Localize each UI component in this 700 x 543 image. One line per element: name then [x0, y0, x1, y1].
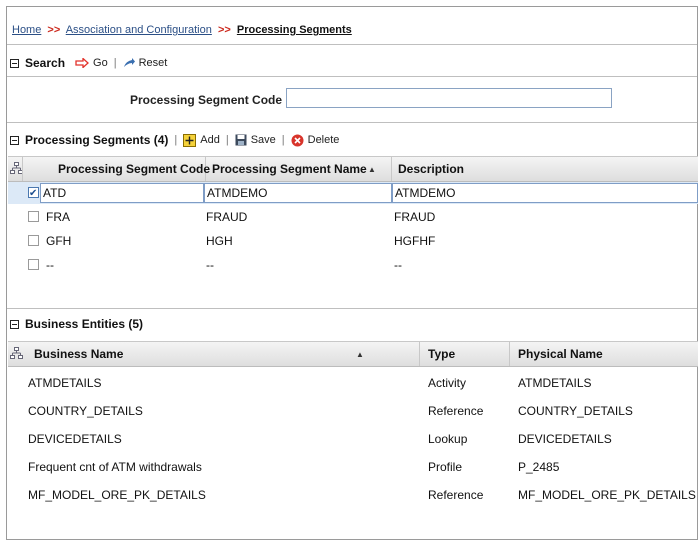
toolbar-separator: |: [113, 57, 117, 69]
search-section-header: Search Go | Reset: [10, 53, 167, 73]
segment-name-cell: FRAUD: [206, 210, 248, 224]
segment-code-cell: --: [46, 258, 54, 272]
table-row[interactable]: FRA FRAUD FRAUD: [8, 206, 698, 228]
breadcrumb-separator: >>: [217, 24, 231, 36]
add-label: Add: [200, 134, 220, 146]
physical-name-cell: P_2485: [518, 460, 560, 474]
business-name-cell: ATMDETAILS: [28, 376, 102, 390]
sort-ascending-icon: ▲: [368, 165, 376, 174]
column-header-type[interactable]: Type: [420, 342, 510, 366]
row-checkbox[interactable]: [28, 183, 39, 205]
segment-name-cell: HGH: [206, 234, 233, 248]
business-entities-title: Business Entities (5): [25, 317, 144, 331]
save-label: Save: [250, 134, 276, 146]
arrow-right-icon: [75, 58, 90, 68]
toolbar-separator: |: [281, 134, 285, 146]
collapse-segments-icon[interactable]: [10, 135, 19, 145]
add-icon: [183, 133, 197, 147]
save-icon: [235, 134, 247, 146]
segment-description-cell: HGFHF: [394, 234, 436, 248]
column-header-business-name[interactable]: Business Name ▲: [28, 342, 420, 366]
divider: [7, 76, 697, 77]
sort-ascending-icon: ▲: [356, 350, 364, 359]
reset-label: Reset: [138, 57, 168, 69]
toolbar-separator: |: [225, 134, 229, 146]
physical-name-cell: DEVICEDETAILS: [518, 432, 612, 446]
delete-button[interactable]: Delete: [291, 134, 340, 147]
divider: [7, 44, 697, 45]
table-row[interactable]: ATMDETAILS Activity ATMDETAILS: [8, 372, 698, 394]
toolbar-separator: |: [174, 134, 178, 146]
processing-segment-code-input[interactable]: [286, 88, 612, 108]
go-label: Go: [93, 57, 108, 69]
breadcrumb-home-link[interactable]: Home: [12, 24, 41, 36]
type-cell: Activity: [428, 376, 467, 390]
tree-icon[interactable]: [10, 347, 23, 360]
breadcrumb-association-link[interactable]: Association and Configuration: [66, 24, 212, 36]
processing-segment-code-label: Processing Segment Code: [130, 93, 283, 107]
business-entities-header: Business Name ▲ Type Physical Name: [8, 341, 698, 367]
business-name-cell: COUNTRY_DETAILS: [28, 404, 143, 418]
physical-name-cell: MF_MODEL_ORE_PK_DETAILS: [518, 488, 696, 502]
column-header-description[interactable]: Description: [392, 157, 692, 181]
processing-segment-name-header-label: Processing Segment Name: [212, 162, 367, 176]
column-header-processing-segment-code[interactable]: Processing Segment Code: [52, 157, 210, 181]
segment-code-cell: GFH: [46, 234, 72, 248]
physical-name-cell: COUNTRY_DETAILS: [518, 404, 633, 418]
segment-name-cell[interactable]: ATMDEMO: [204, 183, 392, 203]
collapse-entities-icon[interactable]: [10, 319, 19, 329]
business-name-header-label: Business Name: [34, 347, 124, 361]
column-header-physical-name[interactable]: Physical Name: [510, 342, 698, 366]
business-name-cell: MF_MODEL_ORE_PK_DETAILS: [28, 488, 206, 502]
reset-button[interactable]: Reset: [123, 57, 168, 69]
row-checkbox[interactable]: [28, 235, 39, 246]
segment-description-cell: FRAUD: [394, 210, 436, 224]
save-button[interactable]: Save: [235, 134, 276, 146]
type-cell: Reference: [428, 404, 484, 418]
table-row[interactable]: -- -- --: [8, 254, 698, 276]
type-cell: Reference: [428, 488, 484, 502]
breadcrumb: Home >> Association and Configuration >>…: [12, 24, 352, 36]
segment-description-cell: --: [394, 258, 402, 272]
column-header-processing-segment-name[interactable]: Processing Segment Name ▲: [206, 157, 392, 181]
segment-code-cell[interactable]: ATD: [40, 183, 204, 203]
breadcrumb-separator: >>: [47, 24, 61, 36]
divider: [7, 308, 697, 309]
processing-segments-title: Processing Segments (4): [25, 133, 169, 147]
go-button[interactable]: Go: [75, 57, 108, 69]
breadcrumb-current: Processing Segments: [236, 24, 352, 36]
segment-name-cell: --: [206, 258, 214, 272]
type-cell: Profile: [428, 460, 463, 474]
processing-segments-section-header: Processing Segments (4) | Add | Save | D…: [10, 130, 339, 150]
delete-label: Delete: [307, 134, 340, 146]
segment-code-cell: FRA: [46, 210, 70, 224]
table-row[interactable]: MF_MODEL_ORE_PK_DETAILS Reference MF_MOD…: [8, 484, 698, 506]
business-entities-section-header: Business Entities (5): [10, 314, 143, 334]
type-cell: Lookup: [428, 432, 468, 446]
row-checkbox[interactable]: [28, 259, 39, 270]
collapse-search-icon[interactable]: [10, 58, 19, 68]
business-name-cell: DEVICEDETAILS: [28, 432, 122, 446]
table-row[interactable]: Frequent cnt of ATM withdrawals Profile …: [8, 456, 698, 478]
reset-icon: [123, 58, 135, 67]
add-button[interactable]: Add: [183, 133, 220, 147]
search-title: Search: [25, 56, 66, 70]
table-row[interactable]: DEVICEDETAILS Lookup DEVICEDETAILS: [8, 428, 698, 450]
table-row[interactable]: COUNTRY_DETAILS Reference COUNTRY_DETAIL…: [8, 400, 698, 422]
row-checkbox[interactable]: [28, 211, 39, 222]
processing-segments-header: Processing Segment Code Processing Segme…: [8, 156, 698, 182]
divider: [7, 122, 697, 123]
column-divider: [22, 157, 23, 181]
table-row[interactable]: ATD ATMDEMO ATMDEMO: [8, 182, 698, 205]
physical-name-cell: ATMDETAILS: [518, 376, 592, 390]
table-row[interactable]: GFH HGH HGFHF: [8, 230, 698, 252]
business-name-cell: Frequent cnt of ATM withdrawals: [28, 460, 202, 474]
delete-icon: [291, 134, 304, 146]
segment-description-cell[interactable]: ATMDEMO: [392, 183, 698, 203]
